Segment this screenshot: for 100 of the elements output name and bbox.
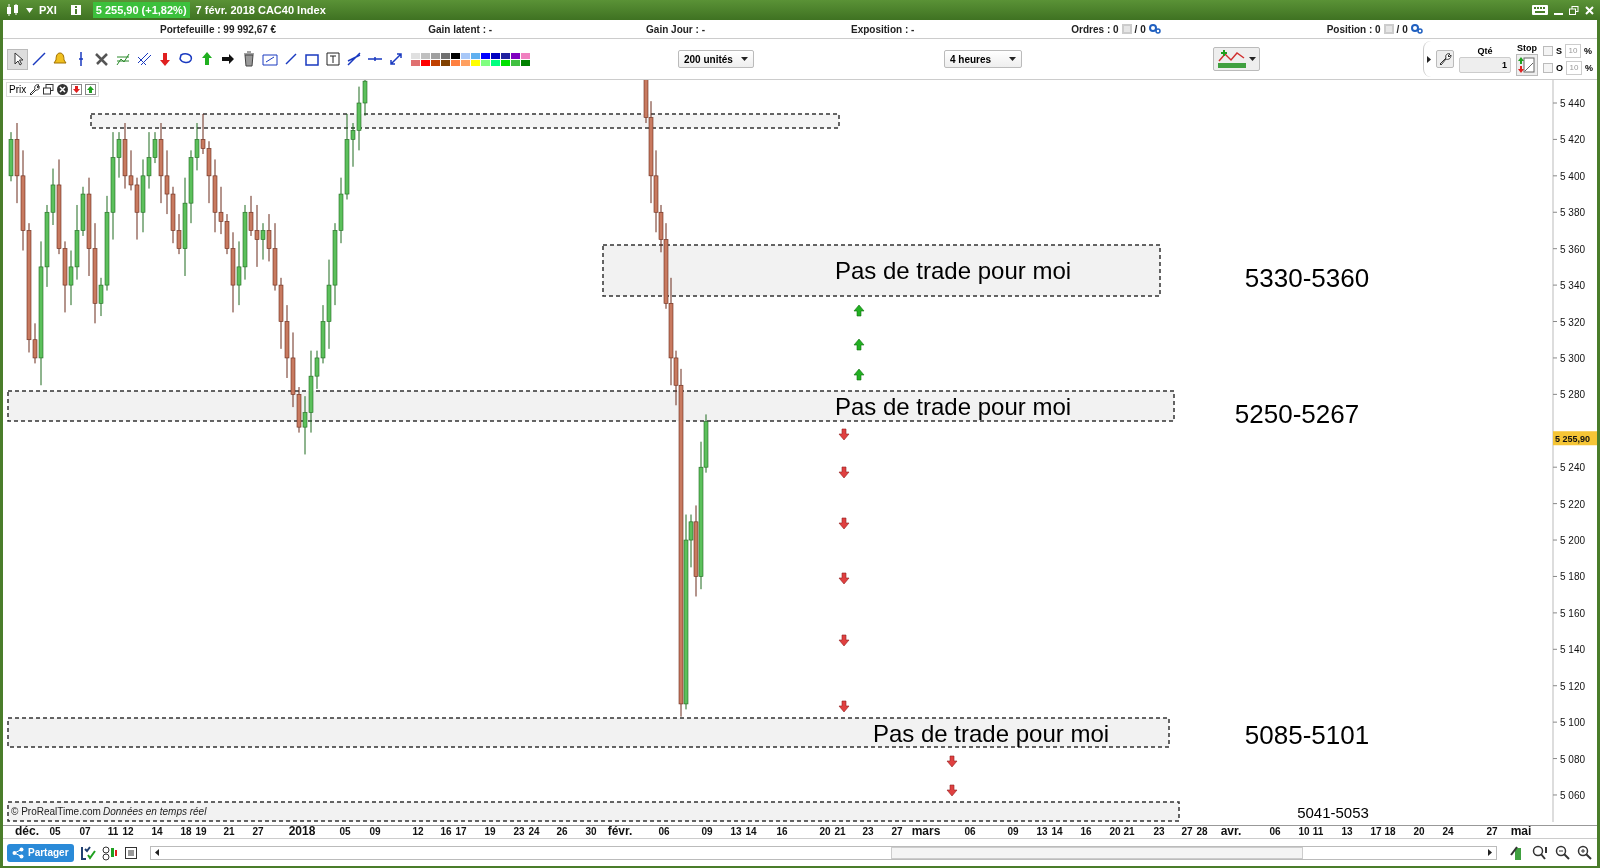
option-label: S xyxy=(1555,45,1562,56)
units-dropdown[interactable]: 200 unités xyxy=(678,50,754,68)
timeframe-dropdown[interactable]: 4 heures xyxy=(944,50,1022,68)
date-tick: 21 xyxy=(223,826,235,837)
date-tick: 21 xyxy=(1123,826,1135,837)
date-tick: déc. xyxy=(15,824,39,838)
date-tick: mai xyxy=(1510,824,1532,838)
date-tick: 06 xyxy=(658,826,670,837)
price-tick: 5 420 xyxy=(1560,134,1586,146)
percent-field[interactable]: 10 xyxy=(1565,43,1581,58)
date-tick: avr. xyxy=(1220,824,1242,838)
account-label: Portefeuille : 99 992,67 € xyxy=(160,23,277,35)
quantity-field[interactable]: 1 xyxy=(1458,56,1511,73)
current-price: 5 255,90 xyxy=(1553,431,1597,446)
account-label: Position : 0 xyxy=(1326,23,1381,35)
date-tick: 09 xyxy=(701,826,713,837)
date-tick: 05 xyxy=(339,826,351,837)
quantity-label: Qté xyxy=(1477,45,1493,56)
date-tick: 19 xyxy=(195,826,207,837)
date-tick: févr. xyxy=(607,824,633,838)
date-tick: mars xyxy=(911,824,941,838)
account-label: Ordres : 0 xyxy=(1071,23,1119,35)
date-tick: 17 xyxy=(455,826,467,837)
date-tick: 27 xyxy=(1486,826,1498,837)
price-tick: 5 060 xyxy=(1560,790,1586,801)
share-button[interactable]: Partager xyxy=(7,843,74,862)
date-tick: 13 xyxy=(1341,826,1353,837)
date-tick: 16 xyxy=(1080,826,1092,837)
price-tick: 5 360 xyxy=(1560,243,1586,255)
date-tick: 14 xyxy=(1051,826,1063,837)
date-tick: 09 xyxy=(1007,826,1019,837)
date-tick: 26 xyxy=(556,826,568,837)
date-tick: 23 xyxy=(513,826,525,837)
price-tick: 5 200 xyxy=(1560,535,1586,547)
date-tick: 06 xyxy=(1269,826,1281,837)
date-tick: 20 xyxy=(819,826,831,837)
date-tick: 28 xyxy=(1196,826,1208,837)
price-tick: 5 180 xyxy=(1560,571,1586,583)
zone-range-label: 5250-5267 xyxy=(1234,399,1360,429)
account-label: Gain latent : - xyxy=(428,23,493,35)
date-tick: 12 xyxy=(122,826,134,837)
percent-unit: % xyxy=(1584,45,1592,56)
stop-label: Stop xyxy=(1516,42,1537,53)
date-tick: 19 xyxy=(484,826,496,837)
date-tick: 09 xyxy=(369,826,381,837)
date-tick: 12 xyxy=(412,826,424,837)
account-label: Gain Jour : - xyxy=(646,23,705,35)
date-tick: 11 xyxy=(107,826,119,837)
date-tick: 18 xyxy=(1384,826,1396,837)
date-tick: 05 xyxy=(49,826,61,837)
date-tick: 30 xyxy=(585,826,597,837)
price-tick: 5 440 xyxy=(1560,98,1586,109)
date-tick: 16 xyxy=(440,826,452,837)
order-count: / 0 xyxy=(1134,23,1146,35)
price-tick: 5 340 xyxy=(1560,280,1586,292)
zone-note: Pas de trade pour moi xyxy=(872,720,1110,747)
instrument-description: 7 févr. 2018 CAC40 Index xyxy=(195,4,326,16)
instrument-name[interactable]: PXI xyxy=(39,4,57,16)
date-tick: 27 xyxy=(891,826,903,837)
price-tick: 5 220 xyxy=(1560,498,1586,510)
price-tick: 5 240 xyxy=(1560,462,1586,474)
order-count: / 0 xyxy=(1396,23,1408,35)
price-tick: 5 160 xyxy=(1560,607,1586,619)
price-tick: 5 280 xyxy=(1560,389,1586,401)
date-tick: 20 xyxy=(1109,826,1121,837)
zone-range-label: 5330-5360 xyxy=(1244,263,1370,293)
data-note: Données en temps réel xyxy=(103,806,207,817)
date-tick: 11 xyxy=(1312,826,1324,837)
price-tick: 5 380 xyxy=(1560,207,1586,219)
date-tick: 18 xyxy=(180,826,192,837)
price-quote: 5 255,90 (+1,82%) xyxy=(92,2,190,18)
date-tick: 21 xyxy=(834,826,846,837)
percent-unit: % xyxy=(1585,62,1593,73)
panel-label: Prix xyxy=(9,84,27,95)
price-tick: 5 400 xyxy=(1560,170,1586,182)
date-tick: 07 xyxy=(79,826,91,837)
price-tick: 5 080 xyxy=(1560,753,1586,765)
date-tick: 06 xyxy=(964,826,976,837)
date-tick: 13 xyxy=(1036,826,1048,837)
date-tick: 2018 xyxy=(288,824,316,838)
date-tick: 27 xyxy=(252,826,264,837)
percent-field[interactable]: 10 xyxy=(1566,60,1582,75)
account-label: Exposition : - xyxy=(851,23,915,35)
date-tick: 23 xyxy=(862,826,874,837)
date-tick: 17 xyxy=(1370,826,1382,837)
date-tick: 27 xyxy=(1181,826,1193,837)
date-tick: 24 xyxy=(1442,826,1454,837)
date-tick: 16 xyxy=(776,826,788,837)
date-tick: 10 xyxy=(1298,826,1310,837)
price-tick: 5 140 xyxy=(1560,644,1586,656)
zone-note: Pas de trade pour moi xyxy=(834,257,1072,284)
zone-range-label: 5085-5101 xyxy=(1244,720,1370,750)
date-tick: 20 xyxy=(1413,826,1425,837)
date-tick: 23 xyxy=(1153,826,1165,837)
zone-note: Pas de trade pour moi xyxy=(834,393,1072,420)
date-tick: 13 xyxy=(730,826,742,837)
price-tick: 5 300 xyxy=(1560,352,1586,364)
copyright-text: © ProRealTime.com xyxy=(11,806,101,817)
date-tick: 14 xyxy=(745,826,757,837)
price-tick: 5 120 xyxy=(1560,680,1586,692)
